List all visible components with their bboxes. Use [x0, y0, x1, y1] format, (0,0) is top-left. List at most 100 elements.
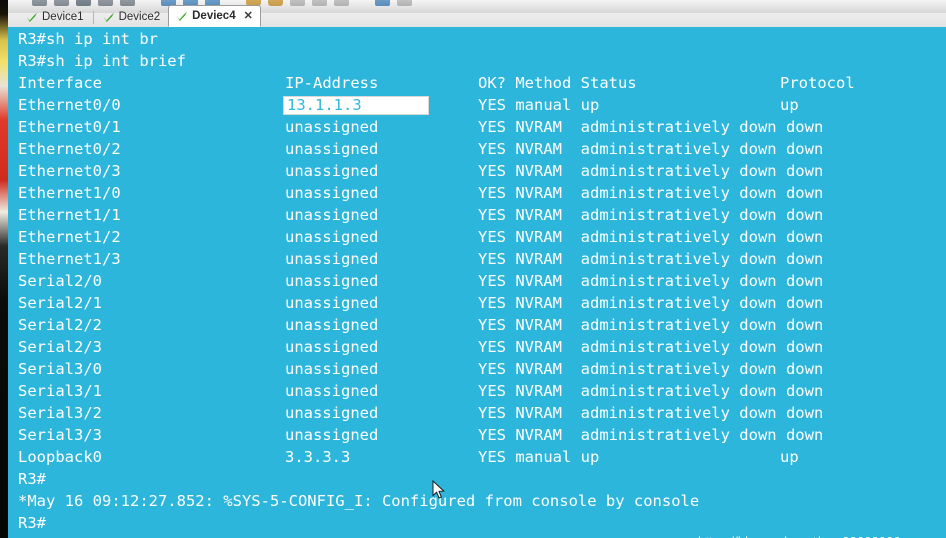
header-ok-method-status: OK? Method Status: [478, 74, 637, 92]
command-text: R3#sh ip int br: [18, 30, 158, 48]
cell-ip-address: unassigned: [285, 250, 379, 268]
cell-interface: Ethernet0/2: [18, 140, 121, 158]
cell-ip-address: unassigned: [285, 228, 379, 246]
help-icon[interactable]: [334, 0, 349, 6]
output-text: R3#: [18, 514, 46, 532]
cell-ok-method-status: YES NVRAM administratively down down: [478, 360, 824, 378]
pause-all-icon[interactable]: [268, 0, 283, 6]
terminal-output: R3#sh ip int br R3#sh ip int brief Interfa…: [8, 27, 946, 534]
cell-ok-method-status: YES NVRAM administratively down down: [478, 228, 824, 246]
cell-ok-method-status: YES NVRAM administratively down down: [478, 294, 824, 312]
green-check-icon: [103, 11, 115, 23]
table-row: Ethernet1/0 unassigned YES NVRAM administr…: [8, 182, 946, 204]
terminal-output-line: R3#: [8, 468, 946, 490]
terminal-command-line: R3#sh ip int br: [8, 28, 946, 50]
cell-ok-method-status: YES NVRAM administratively down down: [478, 382, 824, 400]
tab-device2[interactable]: Device2: [95, 6, 169, 27]
close-icon[interactable]: ✕: [244, 10, 253, 22]
cell-ip-address: unassigned: [285, 426, 379, 444]
cell-ip-address: unassigned: [285, 272, 379, 290]
cell-interface: Ethernet0/0: [18, 96, 121, 114]
cell-ok-method-status: YES NVRAM administratively down down: [478, 316, 824, 334]
table-row: Loopback0 3.3.3.3 YES manual up up: [8, 446, 946, 468]
table-row: Ethernet0/2 unassigned YES NVRAM administr…: [8, 138, 946, 160]
tab-deviec4[interactable]: Deviec4 ✕: [168, 5, 261, 27]
cell-interface: Ethernet0/1: [18, 118, 121, 136]
table-row: Ethernet1/2 unassigned YES NVRAM administr…: [8, 226, 946, 248]
cell-ip-address: unassigned: [285, 206, 379, 224]
application-window: Device1 Device2 Deviec4 ✕ R3#sh ip int b…: [0, 0, 946, 538]
cell-interface: Serial2/3: [18, 338, 102, 356]
cell-ok-method-status: YES NVRAM administratively down down: [478, 404, 824, 422]
tab-label: Deviec4: [192, 10, 236, 22]
terminal-output-line: *May 16 09:12:27.852: %SYS-5-CONFIG_I: C…: [8, 490, 946, 512]
header-protocol: Protocol: [780, 74, 855, 92]
cell-ip-address: unassigned: [285, 382, 379, 400]
tab-bar: Device1 Device2 Deviec4 ✕: [8, 5, 946, 28]
cell-protocol: up: [780, 96, 799, 114]
cell-ip-address: unassigned: [285, 338, 379, 356]
watermark-url: https://blog.csdn.net/qq_33608000: [698, 534, 901, 538]
table-header-row: Interface IP-Address OK? Method Status Prot…: [8, 72, 946, 94]
cell-ok-method-status: YES NVRAM administratively down down: [478, 140, 824, 158]
terminal-output-line: R3#: [8, 512, 946, 534]
tab-label: Device1: [42, 11, 84, 23]
table-row: Ethernet0/3 unassigned YES NVRAM administr…: [8, 160, 946, 182]
table-row: Serial3/2 unassigned YES NVRAM administrat…: [8, 402, 946, 424]
cell-interface: Ethernet1/3: [18, 250, 121, 268]
table-row: Ethernet0/1 unassigned YES NVRAM administr…: [8, 116, 946, 138]
cell-ip-address: unassigned: [285, 360, 379, 378]
cell-interface: Serial3/1: [18, 382, 102, 400]
cell-protocol: up: [780, 448, 799, 466]
tab-separator: [92, 11, 94, 24]
cell-interface: Serial3/3: [18, 426, 102, 444]
cell-ok-method-status: YES manual up: [478, 448, 600, 466]
cell-ip-address: 13.1.1.3: [287, 96, 362, 114]
cell-ip-address: unassigned: [285, 162, 379, 180]
cell-ip-address: unassigned: [285, 294, 379, 312]
tab-device1[interactable]: Device1: [18, 6, 92, 27]
cell-interface: Serial2/0: [18, 272, 102, 290]
table-row: Serial2/3 unassigned YES NVRAM administrat…: [8, 336, 946, 358]
screenshot-icon[interactable]: [312, 0, 327, 6]
window-icon[interactable]: [397, 0, 412, 6]
green-check-icon: [176, 10, 188, 22]
cell-ip-address: unassigned: [285, 140, 379, 158]
cell-interface: Ethernet0/3: [18, 162, 121, 180]
terminal-console[interactable]: R3#sh ip int br R3#sh ip int brief Interfa…: [8, 27, 946, 538]
cell-interface: Serial2/1: [18, 294, 102, 312]
table-row: Serial2/2 unassigned YES NVRAM administrat…: [8, 314, 946, 336]
tab-list: Device1 Device2 Deviec4 ✕: [18, 5, 261, 27]
table-row: Ethernet1/3 unassigned YES NVRAM administr…: [8, 248, 946, 270]
cell-ip-address: unassigned: [285, 118, 379, 136]
table-row: Serial3/3 unassigned YES NVRAM administrat…: [8, 424, 946, 446]
table-row: Ethernet1/1 unassigned YES NVRAM administr…: [8, 204, 946, 226]
cell-ok-method-status: YES NVRAM administratively down down: [478, 118, 824, 136]
table-row: Serial3/1 unassigned YES NVRAM administrat…: [8, 380, 946, 402]
cell-interface: Ethernet1/2: [18, 228, 121, 246]
cell-ip-address: 3.3.3.3: [285, 448, 351, 466]
header-ip-address: IP-Address: [285, 74, 379, 92]
toolbar-separator-3: [356, 5, 368, 6]
cell-ok-method-status: YES NVRAM administratively down down: [478, 184, 824, 202]
table-row: Ethernet0/0 13.1.1.3 YES manual up up: [8, 94, 946, 116]
cell-interface: Serial3/2: [18, 404, 102, 422]
cell-ok-method-status: YES NVRAM administratively down down: [478, 250, 824, 268]
cell-interface: Ethernet1/0: [18, 184, 121, 202]
tab-label: Device2: [118, 11, 161, 23]
cell-ok-method-status: YES NVRAM administratively down down: [478, 426, 824, 444]
cell-ok-method-status: YES NVRAM administratively down down: [478, 272, 824, 290]
cell-ip-address: unassigned: [285, 316, 379, 334]
table-row: Serial2/0 unassigned YES NVRAM administrat…: [8, 270, 946, 292]
output-text: R3#: [18, 470, 46, 488]
green-check-icon: [26, 11, 38, 23]
cell-ok-method-status: YES NVRAM administratively down down: [478, 206, 824, 224]
header-interface: Interface: [18, 74, 102, 92]
cell-ok-method-status: YES manual up: [478, 96, 600, 114]
stop-all-icon[interactable]: [290, 0, 305, 6]
command-text: R3#sh ip int brief: [18, 52, 186, 70]
cell-interface: Loopback0: [18, 448, 102, 466]
info-icon[interactable]: [375, 0, 390, 6]
table-row: Serial3/0 unassigned YES NVRAM administrat…: [8, 358, 946, 380]
cell-ip-address: unassigned: [285, 184, 379, 202]
